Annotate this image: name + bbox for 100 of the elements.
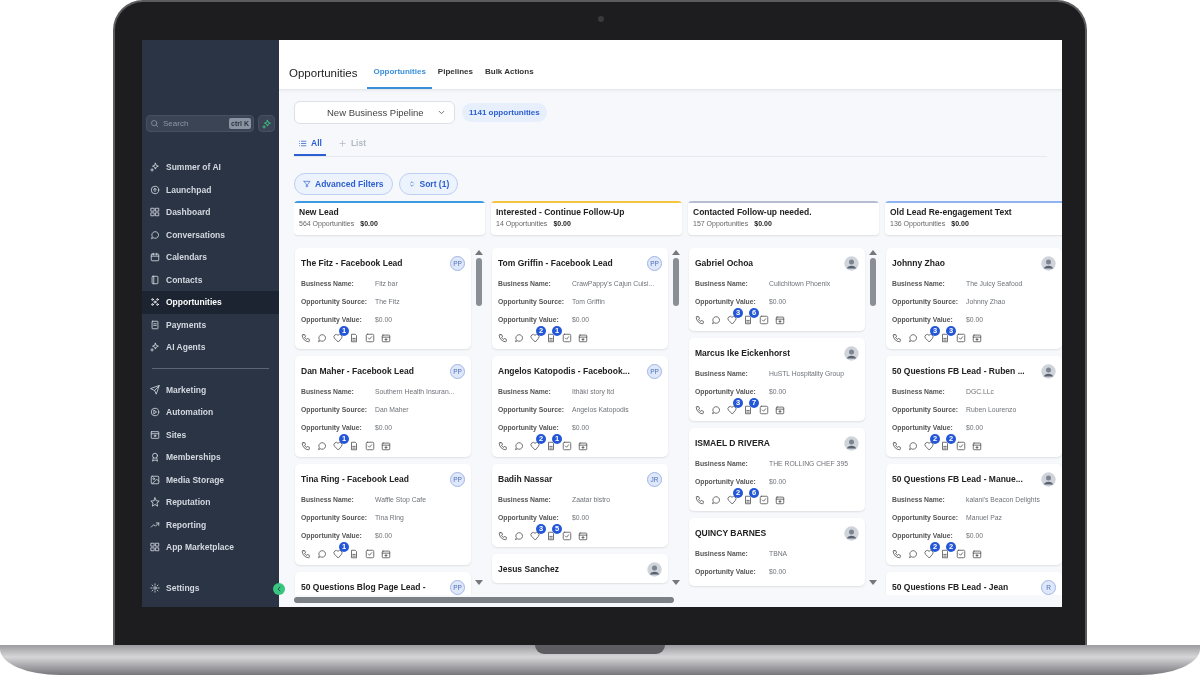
document-icon xyxy=(349,441,359,451)
sidebar-item[interactable]: Memberships xyxy=(142,446,279,469)
checkbox-icon xyxy=(759,315,769,325)
chevron-left-icon xyxy=(275,585,283,593)
card-title: 50 Questions FB Lead - Manue... xyxy=(892,474,1023,484)
search-icon xyxy=(150,119,159,128)
settings-item[interactable]: Settings xyxy=(142,576,214,599)
card-title: The Fitz - Facebook Lead xyxy=(301,258,403,268)
document-icon xyxy=(349,333,359,343)
play-circle-icon xyxy=(150,407,160,418)
paper-plane-icon xyxy=(150,384,160,395)
sidebar-item[interactable]: Contacts xyxy=(142,268,279,291)
sort-button[interactable]: Sort (1) xyxy=(398,173,459,195)
chat-bubble-icon xyxy=(317,441,327,451)
sidebar-item[interactable]: App Marketplace xyxy=(142,536,279,559)
chat-bubble-icon xyxy=(711,405,721,415)
browser-window-icon xyxy=(150,429,160,440)
avatar-silhouette-icon xyxy=(1041,363,1056,379)
tab[interactable]: Pipelines xyxy=(431,67,479,89)
document-icon xyxy=(743,405,753,415)
phone-icon xyxy=(498,441,508,451)
chat-bubble-icon xyxy=(908,549,918,559)
phone-icon xyxy=(301,441,311,451)
sidebar-item[interactable]: Opportunities xyxy=(142,291,279,314)
chat-bubble-icon xyxy=(514,531,524,541)
checkbox-icon xyxy=(759,405,769,415)
opportunity-count-badge: 1141 opportunities xyxy=(462,102,547,122)
chat-bubble-icon xyxy=(908,441,918,451)
document-icon xyxy=(940,441,950,451)
opportunity-card[interactable]: Jesus Sanchez xyxy=(492,554,668,583)
image-icon xyxy=(150,474,160,485)
sidebar-item[interactable]: Payments xyxy=(142,313,279,336)
horizontal-scrollbar[interactable] xyxy=(294,597,674,603)
avatar-silhouette-icon xyxy=(844,255,859,271)
card-title: Marcus Ike Eickenhorst xyxy=(695,348,790,358)
star-icon xyxy=(150,497,160,508)
filter-icon xyxy=(303,180,311,188)
sidebar-item[interactable]: Conversations xyxy=(142,223,279,246)
phone-icon xyxy=(301,549,311,559)
sidebar-item[interactable]: Calendars xyxy=(142,246,279,269)
phone-icon xyxy=(695,315,705,325)
sidebar-item[interactable]: Reputation xyxy=(142,491,279,514)
checkbox-icon xyxy=(365,549,375,559)
sidebar-item[interactable]: AI Agents xyxy=(142,336,279,359)
calendar-icon xyxy=(775,315,785,325)
view-tab[interactable]: All xyxy=(294,132,326,156)
checkbox-icon xyxy=(956,549,966,559)
checkbox-icon xyxy=(562,531,572,541)
phone-icon xyxy=(695,495,705,505)
calendar-icon xyxy=(578,441,588,451)
list-icon xyxy=(298,138,307,148)
document-icon xyxy=(743,315,753,325)
sidebar-item[interactable]: Reporting xyxy=(142,513,279,536)
card-title: 50 Questions Blog Page Lead - xyxy=(301,582,426,592)
checkbox-icon xyxy=(365,441,375,451)
award-icon xyxy=(150,452,160,463)
document-icon xyxy=(546,531,556,541)
checkbox-icon xyxy=(956,441,966,451)
pipeline-dropdown[interactable]: New Business Pipeline xyxy=(294,100,455,124)
chat-bubble-icon xyxy=(317,549,327,559)
card-title: Tina Ring - Facebook Lead xyxy=(301,474,409,484)
dots-icon xyxy=(150,297,160,308)
tab[interactable]: Bulk Actions xyxy=(479,67,540,89)
collapse-button[interactable] xyxy=(273,583,285,595)
phone-icon xyxy=(695,405,705,415)
grid-icon xyxy=(150,207,160,218)
chat-bubble-icon xyxy=(514,441,524,451)
calendar-icon xyxy=(972,549,982,559)
sidebar-item[interactable]: Sites xyxy=(142,423,279,446)
gear-icon xyxy=(150,582,160,593)
document-icon xyxy=(940,333,950,343)
document-icon xyxy=(546,441,556,451)
sidebar-item[interactable]: Marketing xyxy=(142,378,279,401)
phone-icon xyxy=(892,333,902,343)
stage-title: New Lead xyxy=(299,207,340,217)
phone-icon xyxy=(301,333,311,343)
checkbox-icon xyxy=(562,441,572,451)
chat-bubble-icon xyxy=(908,333,918,343)
filter-button[interactable]: Advanced Filters xyxy=(294,173,393,195)
calendar-icon xyxy=(381,441,391,451)
card-title: 50 Questions FB Lead - Ruben ... xyxy=(892,366,1025,376)
checkbox-icon xyxy=(956,333,966,343)
sidebar-item[interactable]: Launchpad xyxy=(142,178,279,201)
tab[interactable]: Opportunities xyxy=(367,67,432,89)
sidebar-item[interactable]: Summer of AI xyxy=(142,156,279,179)
sparkle-button[interactable] xyxy=(258,115,275,132)
calendar-icon xyxy=(381,549,391,559)
card-title: Tom Griffin - Facebook Lead xyxy=(498,258,613,268)
calendar-icon xyxy=(972,333,982,343)
card-title: Angelos Katopodis - Facebook... xyxy=(498,366,630,376)
sort-icon xyxy=(407,180,416,188)
calendar-icon xyxy=(150,252,160,263)
document-icon xyxy=(546,333,556,343)
card-title: Badih Nassar xyxy=(498,474,553,484)
calendar-icon xyxy=(775,495,785,505)
sidebar-item[interactable]: Dashboard xyxy=(142,201,279,224)
sidebar-item[interactable]: Automation xyxy=(142,401,279,424)
sidebar-item[interactable]: Media Storage xyxy=(142,468,279,491)
card-title: ISMAEL D RIVERA xyxy=(695,438,770,448)
page-title: Opportunities xyxy=(289,67,358,81)
